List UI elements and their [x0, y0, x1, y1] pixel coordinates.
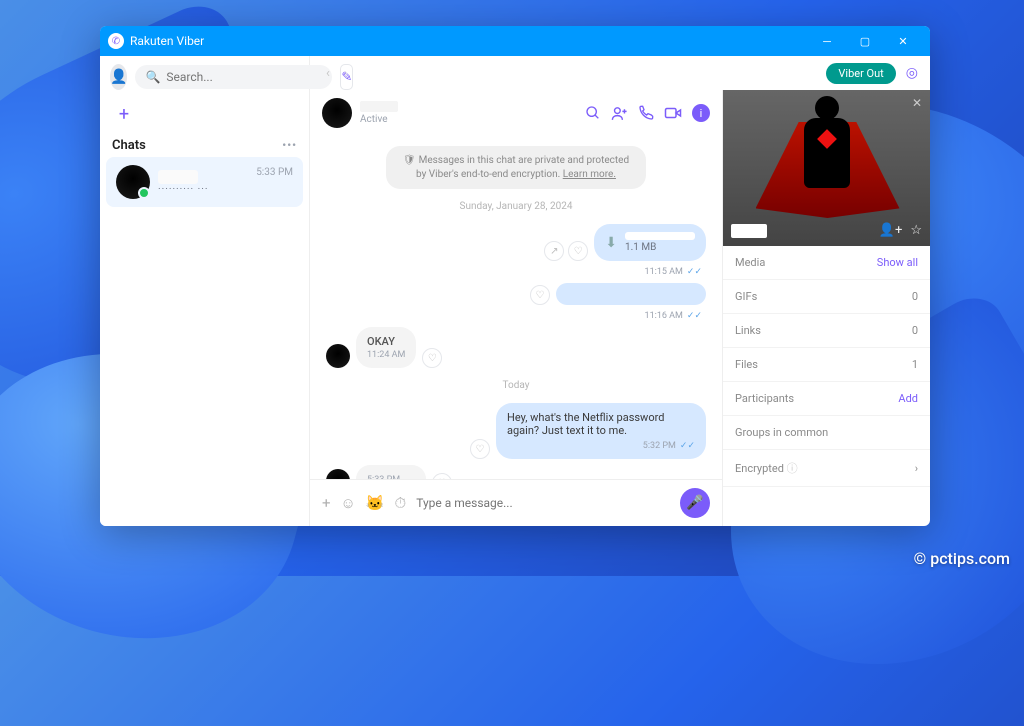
message-time: 11:16 AM: [645, 311, 683, 321]
message-time: 11:15 AM: [645, 267, 683, 277]
contact-status: Active: [360, 114, 577, 125]
chat-time: 5:33 PM: [256, 167, 293, 178]
learn-more-link[interactable]: Learn more.: [563, 169, 616, 180]
info-row-files[interactable]: Files1: [723, 348, 930, 382]
share-icon[interactable]: ↗: [544, 241, 564, 261]
topbar: ‹ › Viber Out ◎: [310, 56, 930, 90]
message-bubble[interactable]: ⬇ 1.1 MB: [594, 224, 706, 261]
shield-icon: 🛡: [403, 155, 416, 166]
sticker-icon[interactable]: 🐱: [366, 494, 385, 512]
encryption-notice: 🛡Messages in this chat are private and p…: [386, 146, 646, 189]
chat-preview: ·········· ···: [158, 184, 248, 195]
voice-message-button[interactable]: 🎤: [680, 488, 710, 518]
contact-hero-image: ✕ 👤+ ☆: [723, 90, 930, 246]
message-text: OKAY: [367, 335, 395, 348]
nav-fwd-button[interactable]: ›: [340, 64, 352, 83]
explore-icon[interactable]: ◎: [906, 65, 918, 81]
info-button[interactable]: i: [692, 104, 710, 122]
sender-avatar: [326, 469, 350, 479]
contact-avatar[interactable]: [322, 98, 352, 128]
chat-name: [158, 170, 198, 184]
sender-avatar: [326, 344, 350, 368]
info-icon[interactable]: ⓘ: [787, 462, 798, 475]
timer-icon[interactable]: ⏱: [395, 494, 407, 512]
add-button[interactable]: +: [112, 102, 136, 126]
conversation-header: Active i: [310, 90, 722, 136]
message-text: Hey, what's the Netflix password again? …: [507, 411, 664, 437]
chevron-right-icon: ›: [915, 462, 918, 475]
message-input[interactable]: [416, 496, 670, 510]
message-composer: + ☺ 🐱 ⏱ 🎤: [310, 479, 722, 526]
show-all-link[interactable]: Show all: [877, 256, 918, 269]
message-row: 5:33 PM ♡: [326, 465, 706, 479]
message-bubble[interactable]: 5:33 PM: [356, 465, 426, 479]
add-participant-link[interactable]: Add: [898, 392, 918, 405]
video-call-icon[interactable]: [664, 104, 682, 122]
read-receipt-icon: ✓✓: [687, 267, 702, 277]
message-row: OKAY 11:24 AM ♡: [326, 327, 706, 368]
chats-more-button[interactable]: •••: [282, 139, 297, 152]
app-logo-icon: ✆: [108, 33, 124, 49]
info-row-gifs[interactable]: GIFs0: [723, 280, 930, 314]
read-receipt-icon: ✓✓: [687, 311, 702, 321]
titlebar: ✆ Rakuten Viber ─ ▢ ✕: [100, 26, 930, 56]
close-button[interactable]: ✕: [884, 26, 922, 56]
search-chat-icon[interactable]: [585, 105, 601, 121]
emoji-icon[interactable]: ☺: [341, 494, 356, 512]
info-row-participants[interactable]: ParticipantsAdd: [723, 382, 930, 416]
call-icon[interactable]: [638, 105, 654, 121]
message-time: 5:33 PM: [367, 475, 415, 479]
info-row-links[interactable]: Links0: [723, 314, 930, 348]
heart-icon[interactable]: ♡: [568, 241, 588, 261]
message-time: 5:32 PM: [643, 441, 676, 451]
info-row-groups[interactable]: Groups in common: [723, 416, 930, 450]
date-separator: Sunday, January 28, 2024: [460, 201, 573, 212]
date-separator: Today: [503, 380, 530, 391]
viber-out-button[interactable]: Viber Out: [826, 63, 895, 84]
maximize-button[interactable]: ▢: [846, 26, 884, 56]
contact-name: [360, 101, 398, 112]
search-icon: 🔍: [145, 70, 160, 84]
search-input[interactable]: [166, 70, 322, 84]
download-icon[interactable]: ⬇: [605, 235, 617, 251]
read-receipt-icon: ✓✓: [680, 441, 695, 451]
contact-name-tag: [731, 224, 767, 238]
message-bubble[interactable]: Hey, what's the Netflix password again? …: [496, 403, 706, 459]
message-row: ♡ Hey, what's the Netflix password again…: [326, 403, 706, 459]
sidebar: 👤 🔍 ✎ + Chats ••• ·········· ··· 5:33 PM: [100, 56, 310, 526]
nav-back-button[interactable]: ‹: [322, 64, 334, 83]
add-contact-hero-icon[interactable]: 👤+: [879, 223, 903, 238]
message-bubble[interactable]: [556, 283, 706, 305]
attach-icon[interactable]: +: [322, 494, 331, 512]
message-time: 11:24 AM: [367, 350, 405, 360]
profile-avatar[interactable]: 👤: [110, 64, 127, 90]
info-panel: ✕ 👤+☆ MediaShow all GIFs0 Links0 Files1 …: [723, 90, 930, 526]
minimize-button[interactable]: ─: [808, 26, 846, 56]
heart-icon[interactable]: ♡: [422, 348, 442, 368]
message-row: ♡: [326, 283, 706, 305]
search-input-wrap[interactable]: 🔍: [135, 65, 332, 89]
app-window: ✆ Rakuten Viber ─ ▢ ✕ 👤 🔍 ✎ + Chats •••: [100, 26, 930, 526]
chats-heading: Chats: [112, 138, 146, 153]
info-row-media[interactable]: MediaShow all: [723, 246, 930, 280]
chat-avatar: [116, 165, 150, 199]
close-panel-icon[interactable]: ✕: [912, 96, 922, 110]
favorite-icon[interactable]: ☆: [910, 223, 922, 238]
window-title: Rakuten Viber: [130, 34, 808, 48]
messages-area: 🛡Messages in this chat are private and p…: [310, 136, 722, 479]
file-size: 1.1 MB: [625, 242, 695, 253]
chat-list-item[interactable]: ·········· ··· 5:33 PM: [106, 157, 303, 207]
message-row: ↗♡ ⬇ 1.1 MB: [326, 224, 706, 261]
add-contact-icon[interactable]: [611, 105, 628, 122]
info-row-encrypted[interactable]: Encrypted ⓘ›: [723, 450, 930, 487]
watermark: © pctips.com: [914, 549, 1010, 568]
heart-icon[interactable]: ♡: [530, 285, 550, 305]
heart-icon[interactable]: ♡: [470, 439, 490, 459]
message-bubble[interactable]: OKAY 11:24 AM: [356, 327, 416, 368]
